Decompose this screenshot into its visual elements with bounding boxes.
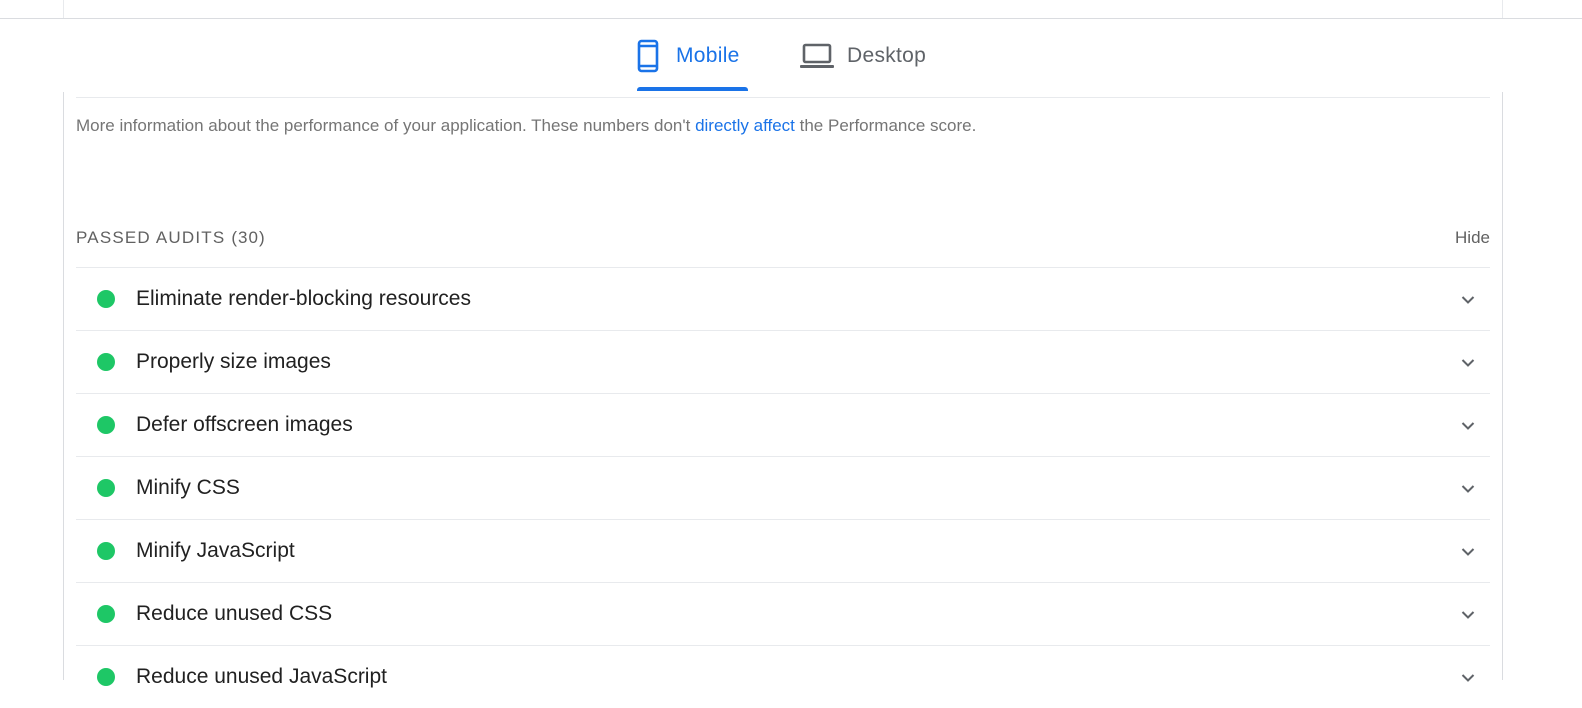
audit-row[interactable]: Reduce unused CSS bbox=[76, 582, 1490, 645]
pass-status-icon bbox=[97, 416, 115, 434]
audit-row[interactable]: Properly size images bbox=[76, 330, 1490, 393]
chevron-down-icon[interactable] bbox=[1460, 544, 1476, 560]
chevron-down-icon[interactable] bbox=[1460, 481, 1476, 497]
audit-title: Reduce unused CSS bbox=[136, 602, 333, 625]
tab-desktop[interactable]: Desktop bbox=[800, 19, 926, 93]
pass-status-icon bbox=[97, 479, 115, 497]
pass-status-icon bbox=[97, 290, 115, 308]
chevron-down-icon[interactable] bbox=[1460, 355, 1476, 371]
chevron-down-icon[interactable] bbox=[1460, 292, 1476, 308]
audit-row[interactable]: Eliminate render-blocking resources bbox=[76, 267, 1490, 330]
passed-audits-count: (30) bbox=[231, 228, 266, 247]
audit-title: Eliminate render-blocking resources bbox=[136, 287, 471, 310]
tab-mobile[interactable]: Mobile bbox=[637, 19, 740, 93]
diagnostics-description: More information about the performance o… bbox=[76, 116, 976, 136]
device-tabs: Mobile Desktop bbox=[0, 19, 1582, 93]
pass-status-icon bbox=[97, 353, 115, 371]
active-tab-indicator bbox=[637, 87, 748, 91]
audit-row[interactable]: Minify CSS bbox=[76, 456, 1490, 519]
tab-mobile-label: Mobile bbox=[676, 44, 740, 67]
chevron-down-icon[interactable] bbox=[1460, 670, 1476, 686]
chevron-down-icon[interactable] bbox=[1460, 607, 1476, 623]
audit-title: Reduce unused JavaScript bbox=[136, 665, 387, 688]
laptop-icon bbox=[800, 42, 834, 70]
description-text-after: the Performance score. bbox=[794, 116, 977, 135]
chevron-down-icon[interactable] bbox=[1460, 418, 1476, 434]
pass-status-icon bbox=[97, 542, 115, 560]
audit-title: Minify JavaScript bbox=[136, 539, 295, 562]
passed-audits-title: PASSED AUDITS (30) bbox=[76, 228, 266, 248]
audit-row[interactable]: Minify JavaScript bbox=[76, 519, 1490, 582]
directly-affect-link[interactable]: directly affect bbox=[695, 116, 795, 135]
tab-desktop-label: Desktop bbox=[847, 44, 927, 67]
frame-edge-left-top bbox=[63, 0, 64, 18]
hide-button[interactable]: Hide bbox=[1455, 228, 1490, 248]
audit-title: Minify CSS bbox=[136, 476, 240, 499]
audit-title: Defer offscreen images bbox=[136, 413, 353, 436]
pass-status-icon bbox=[97, 668, 115, 686]
audit-title: Properly size images bbox=[136, 350, 331, 373]
passed-audits-list: Eliminate render-blocking resources Prope… bbox=[76, 267, 1490, 708]
audit-row[interactable]: Reduce unused JavaScript bbox=[76, 645, 1490, 708]
frame-edge-right bbox=[1502, 92, 1503, 680]
smartphone-icon bbox=[637, 39, 659, 73]
frame-edge-left bbox=[63, 92, 64, 680]
passed-audits-label: PASSED AUDITS bbox=[76, 228, 226, 247]
tabs-divider bbox=[76, 97, 1490, 98]
description-text-before: More information about the performance o… bbox=[76, 116, 696, 135]
pass-status-icon bbox=[97, 605, 115, 623]
frame-edge-right-top bbox=[1502, 0, 1503, 18]
passed-audits-header: PASSED AUDITS (30) Hide bbox=[76, 228, 1490, 250]
audit-row[interactable]: Defer offscreen images bbox=[76, 393, 1490, 456]
